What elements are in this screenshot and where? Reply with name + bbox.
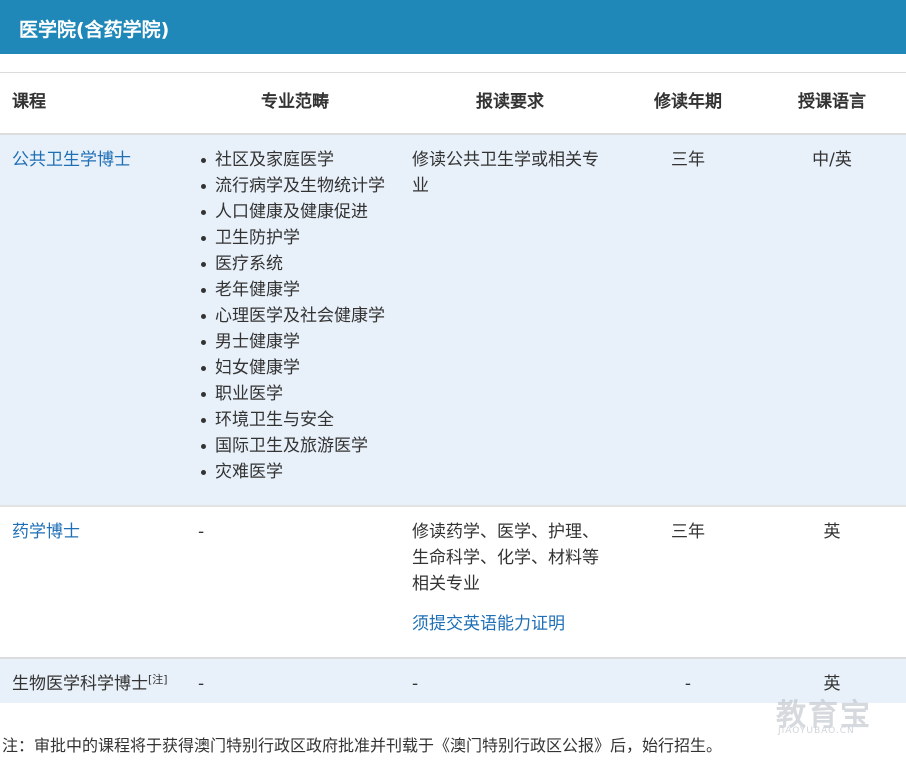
list-item: 流行病学及生物统计学 (198, 173, 385, 199)
list-item: 男士健康学 (198, 329, 385, 355)
major-cell: - (198, 674, 205, 694)
list-item: 人口健康及健康促进 (198, 199, 385, 225)
list-item: 心理医学及社会健康学 (198, 303, 385, 329)
bullet-icon (201, 262, 206, 267)
table-row: 药学博士 - 修读药学、医学、护理、 生命科学、化学、材料等 相关专业 须提交英… (0, 505, 906, 657)
course-link-public-health[interactable]: 公共卫生学博士 (12, 150, 131, 170)
requirement-line: 修读药学、医学、护理、 (412, 522, 599, 542)
watermark-logo: 教育宝 JIAOYUBAO.CN (776, 690, 888, 740)
english-proof-link[interactable]: 须提交英语能力证明 (412, 611, 612, 637)
column-header-language: 授课语言 (798, 92, 866, 112)
course-note-marker[interactable]: [注] (148, 673, 168, 686)
list-item: 妇女健康学 (198, 355, 385, 381)
years-cell: 三年 (671, 150, 705, 170)
bullet-icon (201, 236, 206, 241)
list-item: 国际卫生及旅游医学 (198, 433, 385, 459)
column-header-requirement: 报读要求 (476, 92, 544, 112)
requirement-cell: 修读药学、医学、护理、 生命科学、化学、材料等 相关专业 须提交英语能力证明 (412, 519, 612, 637)
column-header-years: 修读年期 (654, 92, 722, 112)
bullet-icon (201, 392, 206, 397)
years-cell: - (684, 674, 692, 694)
bullet-icon (201, 340, 206, 345)
bullet-icon (201, 314, 206, 319)
bullet-icon (201, 418, 206, 423)
requirement-line: 业 (412, 176, 429, 196)
list-item: 老年健康学 (198, 277, 385, 303)
list-item: 卫生防护学 (198, 225, 385, 251)
table-row: 公共卫生学博士 社区及家庭医学 流行病学及生物统计学 人口健康及健康促进 卫生防… (0, 133, 906, 505)
major-cell: - (198, 522, 205, 542)
list-item: 环境卫生与安全 (198, 407, 385, 433)
bullet-icon (201, 366, 206, 371)
bullet-icon (201, 470, 206, 475)
list-item: 灾难医学 (198, 459, 385, 485)
faculty-title: 医学院(含药学院) (19, 19, 170, 41)
years-cell: 三年 (671, 522, 705, 542)
requirement-cell: 修读公共卫生学或相关专 业 (412, 147, 612, 199)
course-name-biomedical: 生物医学科学博士 (12, 674, 148, 694)
faculty-header: 医学院(含药学院) (0, 0, 906, 54)
column-header-major: 专业范畴 (261, 92, 329, 112)
requirement-line: 生命科学、化学、材料等 (412, 548, 599, 568)
list-item: 医疗系统 (198, 251, 385, 277)
course-cell: 生物医学科学博士[注] (12, 671, 168, 697)
language-cell: 中/英 (812, 150, 852, 170)
requirement-cell: - (412, 674, 419, 694)
bullet-icon (201, 184, 206, 189)
requirement-line: 相关专业 (412, 574, 480, 594)
bullet-icon (201, 158, 206, 163)
major-list: 社区及家庭医学 流行病学及生物统计学 人口健康及健康促进 卫生防护学 医疗系统 … (198, 147, 385, 485)
course-link-pharmacy[interactable]: 药学博士 (12, 522, 80, 542)
list-item: 社区及家庭医学 (198, 147, 385, 173)
footnote: 注：审批中的课程将于获得澳门特别行政区政府批准并刊载于《澳门特别行政区公报》后，… (2, 736, 723, 755)
watermark-domain: JIAOYUBAO.CN (778, 726, 855, 736)
table-row: 生物医学科学博士[注] - - - 英 (0, 657, 906, 703)
bullet-icon (201, 444, 206, 449)
column-header-course: 课程 (12, 92, 46, 112)
table-header-row: 课程 专业范畴 报读要求 修读年期 授课语言 (0, 72, 906, 133)
bullet-icon (201, 210, 206, 215)
programme-table: 课程 专业范畴 报读要求 修读年期 授课语言 公共卫生学博士 社区及家庭医学 流… (0, 72, 906, 703)
list-item: 职业医学 (198, 381, 385, 407)
bullet-icon (201, 288, 206, 293)
language-cell: 英 (823, 522, 841, 542)
requirement-line: 修读公共卫生学或相关专 (412, 150, 599, 170)
